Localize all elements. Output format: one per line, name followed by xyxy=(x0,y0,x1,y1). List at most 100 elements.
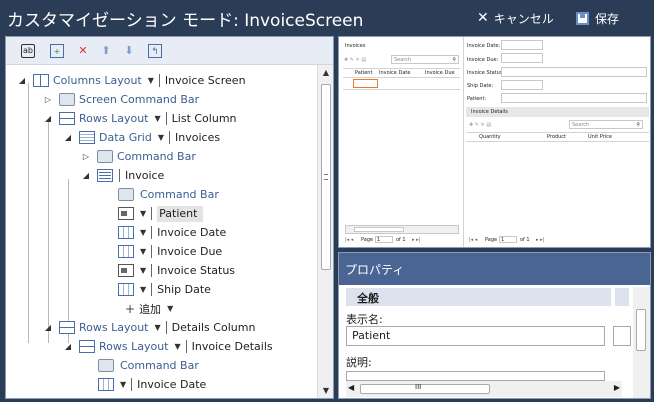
tree-node-invoice[interactable]: ◢ Invoice xyxy=(81,166,164,185)
tree-node-rows-layout[interactable]: ◢ Rows Layout ▼ Details Column xyxy=(43,318,255,337)
title-bar: カスタマイゼーション モード: InvoiceScreen ✕ キャンセル 保存 xyxy=(0,0,654,36)
date-picker-icon xyxy=(118,245,134,258)
save-button[interactable]: 保存 xyxy=(576,9,619,27)
tree-node-patient[interactable]: ▼ Patient xyxy=(118,204,204,223)
plus-icon: + xyxy=(125,301,136,316)
chevron-down-icon[interactable]: ▼ xyxy=(158,133,164,142)
reset-icon[interactable]: ↰ xyxy=(148,44,162,58)
node-type-label: Columns Layout xyxy=(53,74,142,87)
tree-node-screen-command-bar[interactable]: ▷ Screen Command Bar xyxy=(43,90,199,109)
node-name-label: Patient xyxy=(157,205,204,222)
rows-layout-icon xyxy=(79,340,95,353)
command-bar-icon xyxy=(98,359,114,372)
chevron-down-icon[interactable]: ▼ xyxy=(148,76,154,85)
date-picker-icon xyxy=(98,378,114,391)
node-name-label: Invoice xyxy=(125,169,165,182)
delete-icon[interactable]: ✕ xyxy=(76,44,90,58)
tree-node-columns-layout[interactable]: ◢ Columns Layout ▼ Invoice Screen xyxy=(17,71,246,90)
collapse-icon[interactable]: ◢ xyxy=(63,342,73,351)
description-field[interactable] xyxy=(346,371,605,381)
tree-node-command-bar[interactable]: Command Bar xyxy=(98,356,199,375)
node-type-label: Rows Layout xyxy=(79,321,149,334)
properties-panel: プロパティ 全般 表示名: Patient 説明: ◀ III ▶ xyxy=(338,252,651,399)
preview-col-header: Invoice Due xyxy=(425,70,455,76)
node-type-label: Command Bar xyxy=(120,359,199,372)
scroll-up-icon[interactable]: ▲ xyxy=(318,65,333,81)
tree-node-invoice-status[interactable]: ▼ Invoice Status xyxy=(118,261,235,280)
tree-node-invoice-date[interactable]: ▼ Invoice Date xyxy=(98,375,206,394)
chevron-down-icon[interactable]: ▼ xyxy=(167,304,173,313)
chevron-down-icon[interactable]: ▼ xyxy=(140,247,146,256)
chevron-down-icon[interactable]: ▼ xyxy=(140,285,146,294)
preview-command-icons: ✚ ✎ ✕ ▤ xyxy=(344,57,367,63)
collapse-icon[interactable]: ◢ xyxy=(63,133,73,142)
chevron-down-icon[interactable]: ▼ xyxy=(155,114,161,123)
chevron-down-icon[interactable]: ▼ xyxy=(140,228,146,237)
node-name-label: Invoices xyxy=(175,131,221,144)
tree-guide-line xyxy=(48,121,49,343)
layout-tree-panel: ab + ✕ ⬆ ⬇ ↰ ◢ Columns Layout ▼ Invoice … xyxy=(5,36,334,399)
node-name-label: List Column xyxy=(171,112,237,125)
tree-node-rows-layout[interactable]: ◢ Rows Layout ▼ List Column xyxy=(43,109,237,128)
properties-header: プロパティ xyxy=(339,253,650,285)
expand-icon[interactable]: ▷ xyxy=(81,152,91,161)
scrollbar-thumb[interactable]: III xyxy=(360,383,490,394)
node-name-label: Details Column xyxy=(171,321,256,334)
tree-node-data-grid[interactable]: ◢ Data Grid ▼ Invoices xyxy=(63,128,220,147)
tree-node-command-bar[interactable]: Command Bar xyxy=(118,185,219,204)
tree-node-ship-date[interactable]: ▼ Ship Date xyxy=(118,280,211,299)
move-up-icon[interactable]: ⬆ xyxy=(99,44,113,58)
node-name-label: Invoice Details xyxy=(191,340,273,353)
node-name-label: Ship Date xyxy=(157,283,211,296)
tree-node-rows-layout[interactable]: ◢ Rows Layout ▼ Invoice Details xyxy=(63,337,273,356)
rows-layout-icon xyxy=(59,321,75,334)
cancel-button[interactable]: ✕ キャンセル xyxy=(477,9,554,27)
preview-hscroll xyxy=(345,225,459,234)
chevron-down-icon[interactable]: ▼ xyxy=(140,266,146,275)
scrollbar-thumb[interactable] xyxy=(321,84,331,270)
add-layout-icon[interactable]: + xyxy=(50,44,64,58)
chevron-down-icon[interactable]: ▼ xyxy=(120,380,126,389)
properties-hscroll[interactable]: ◀ III ▶ xyxy=(346,381,622,397)
data-grid-icon xyxy=(79,131,95,144)
rows-layout-icon xyxy=(59,112,75,125)
properties-vscroll[interactable] xyxy=(633,287,650,398)
tree-scrollbar[interactable]: ▲ ▼ xyxy=(317,65,333,398)
node-type-label: Data Grid xyxy=(99,131,152,144)
preview-patient-cell xyxy=(353,79,378,88)
field-icon xyxy=(118,207,134,220)
collapse-icon[interactable]: ◢ xyxy=(17,76,27,85)
collapse-icon[interactable]: ◢ xyxy=(81,171,91,180)
move-down-icon[interactable]: ⬇ xyxy=(122,44,136,58)
node-name-label: Invoice Status xyxy=(157,264,236,277)
preview-col-header: Patient xyxy=(355,70,373,76)
close-icon: ✕ xyxy=(477,10,489,26)
node-name-label: Invoice Date xyxy=(157,226,227,239)
scroll-down-icon[interactable]: ▼ xyxy=(318,383,333,398)
collapse-icon[interactable]: ◢ xyxy=(43,114,53,123)
add-field-icon[interactable]: ab xyxy=(21,44,35,58)
properties-group-general[interactable]: 全般 xyxy=(346,288,611,306)
add-item-button[interactable]: + 追加 ▼ xyxy=(125,299,178,318)
save-icon xyxy=(576,11,589,25)
tree-node-command-bar[interactable]: ▷ Command Bar xyxy=(81,147,196,166)
scroll-right-icon[interactable]: ▶ xyxy=(614,383,620,392)
display-name-field[interactable]: Patient xyxy=(346,326,605,346)
display-name-label: 表示名: xyxy=(346,313,383,326)
chevron-down-icon[interactable]: ▼ xyxy=(175,342,181,351)
date-picker-icon xyxy=(118,226,134,239)
scrollbar-thumb[interactable] xyxy=(636,309,646,351)
columns-layout-icon xyxy=(33,74,49,87)
tree-guide-line xyxy=(28,83,29,343)
scroll-left-icon[interactable]: ◀ xyxy=(348,383,354,392)
collapse-icon[interactable]: ◢ xyxy=(43,323,53,332)
node-name-label: Invoice Screen xyxy=(164,74,246,87)
tree-node-invoice-date[interactable]: ▼ Invoice Date xyxy=(118,223,226,242)
chevron-down-icon[interactable]: ▼ xyxy=(155,323,161,332)
tree-node-invoice-due[interactable]: ▼ Invoice Due xyxy=(118,242,222,261)
window-title: カスタマイゼーション モード: InvoiceScreen xyxy=(7,11,364,31)
preview-pager-nav: |◂ ◂ xyxy=(345,237,354,243)
chevron-down-icon[interactable]: ▼ xyxy=(140,209,146,218)
command-bar-icon xyxy=(97,150,113,163)
expand-icon[interactable]: ▷ xyxy=(43,95,53,104)
